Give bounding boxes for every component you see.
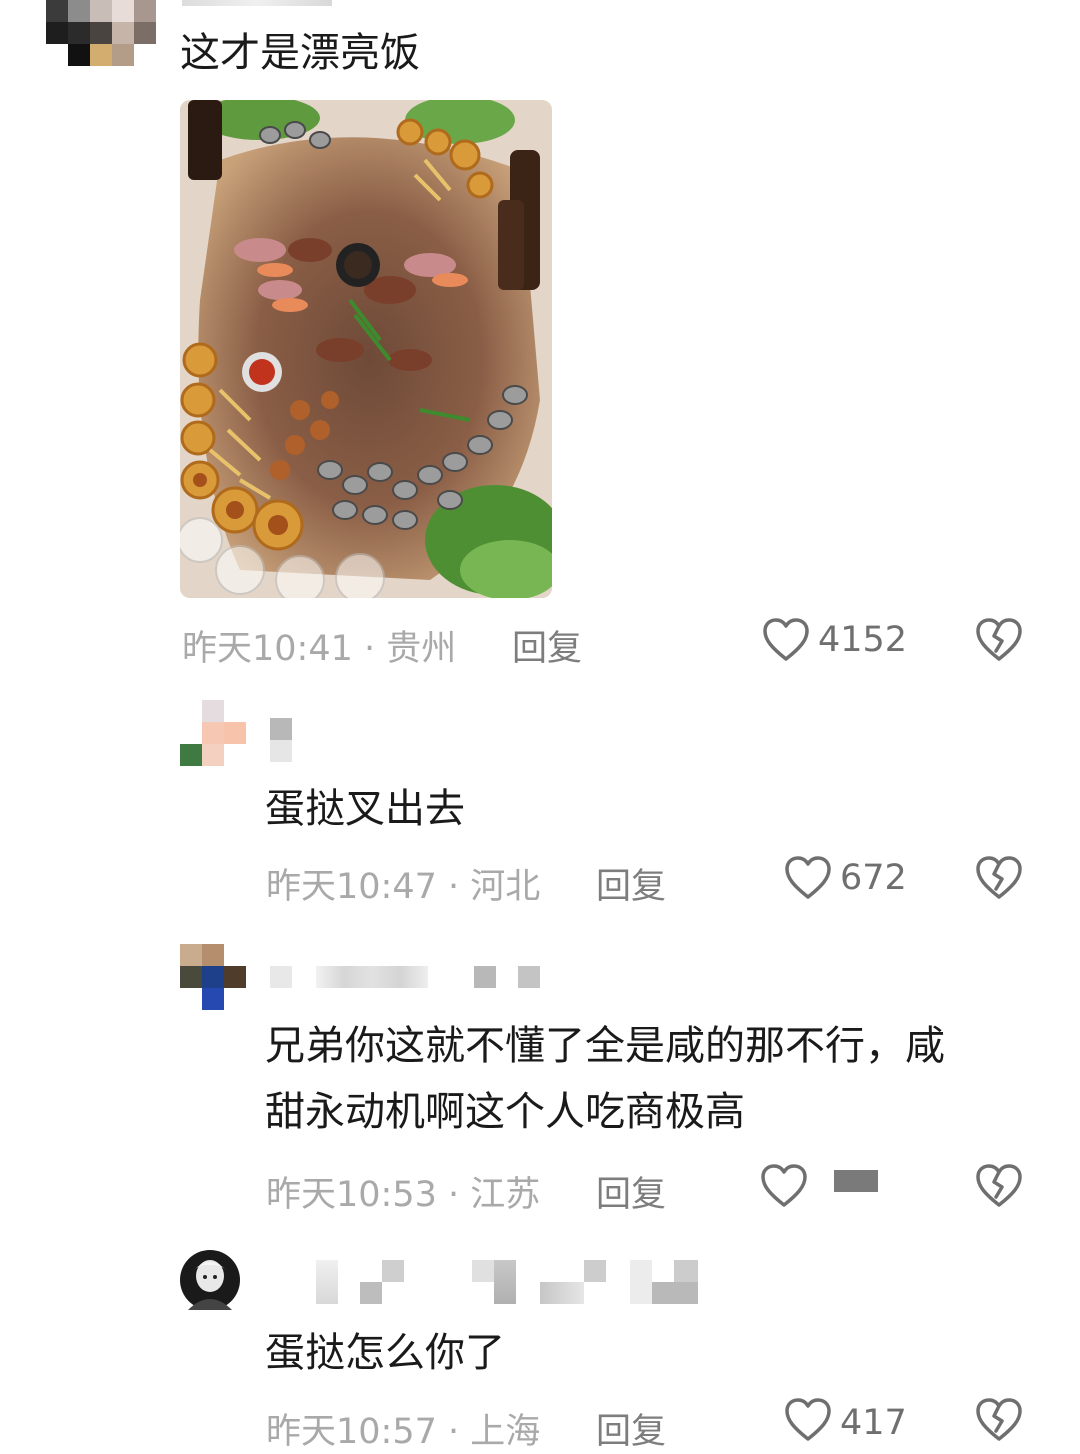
comment-text: 蛋挞怎么你了 xyxy=(265,1330,505,1376)
avatar[interactable] xyxy=(180,944,246,1010)
avatar[interactable] xyxy=(180,700,246,766)
username-redacted[interactable] xyxy=(270,966,540,988)
heart-outline-icon[interactable] xyxy=(784,1398,832,1442)
comment-time-location: 昨天10:57 · 上海 xyxy=(266,1412,541,1452)
reply-button[interactable]: 回复 xyxy=(596,1403,666,1454)
comment-text: 蛋挞叉出去 xyxy=(265,786,465,832)
heart-outline-icon[interactable] xyxy=(784,856,832,900)
avatar[interactable] xyxy=(180,1250,240,1310)
reply-button[interactable]: 回复 xyxy=(596,858,666,909)
like-count: 417 xyxy=(840,1403,907,1443)
username-redacted[interactable] xyxy=(182,0,332,6)
broken-heart-icon[interactable] xyxy=(975,856,1023,900)
comment-text: 这才是漂亮饭 xyxy=(180,30,420,76)
comment-time-location: 昨天10:47 · 河北 xyxy=(266,867,541,907)
broken-heart-icon[interactable] xyxy=(975,1398,1023,1442)
heart-outline-icon[interactable] xyxy=(760,1164,808,1208)
comment-text: 兄弟你这就不懂了全是咸的那不行，咸 甜永动机啊这个人吃商极高 xyxy=(265,1023,945,1135)
broken-heart-icon[interactable] xyxy=(975,618,1023,662)
broken-heart-icon[interactable] xyxy=(975,1164,1023,1208)
comment-time-location: 昨天10:41 · 贵州 xyxy=(182,629,457,669)
reply-button[interactable]: 回复 xyxy=(596,1166,666,1217)
username-redacted[interactable] xyxy=(270,718,292,762)
reply-button[interactable]: 回复 xyxy=(512,620,582,671)
food-platter-image xyxy=(180,100,552,598)
username-redacted[interactable] xyxy=(316,1260,698,1304)
like-count: 672 xyxy=(840,858,907,898)
heart-outline-icon[interactable] xyxy=(762,618,810,662)
avatar[interactable] xyxy=(46,0,156,66)
comment-time-location: 昨天10:53 · 江苏 xyxy=(266,1175,541,1215)
like-count-redacted xyxy=(834,1170,878,1192)
like-count: 4152 xyxy=(818,620,908,660)
food-photo[interactable] xyxy=(180,100,552,598)
